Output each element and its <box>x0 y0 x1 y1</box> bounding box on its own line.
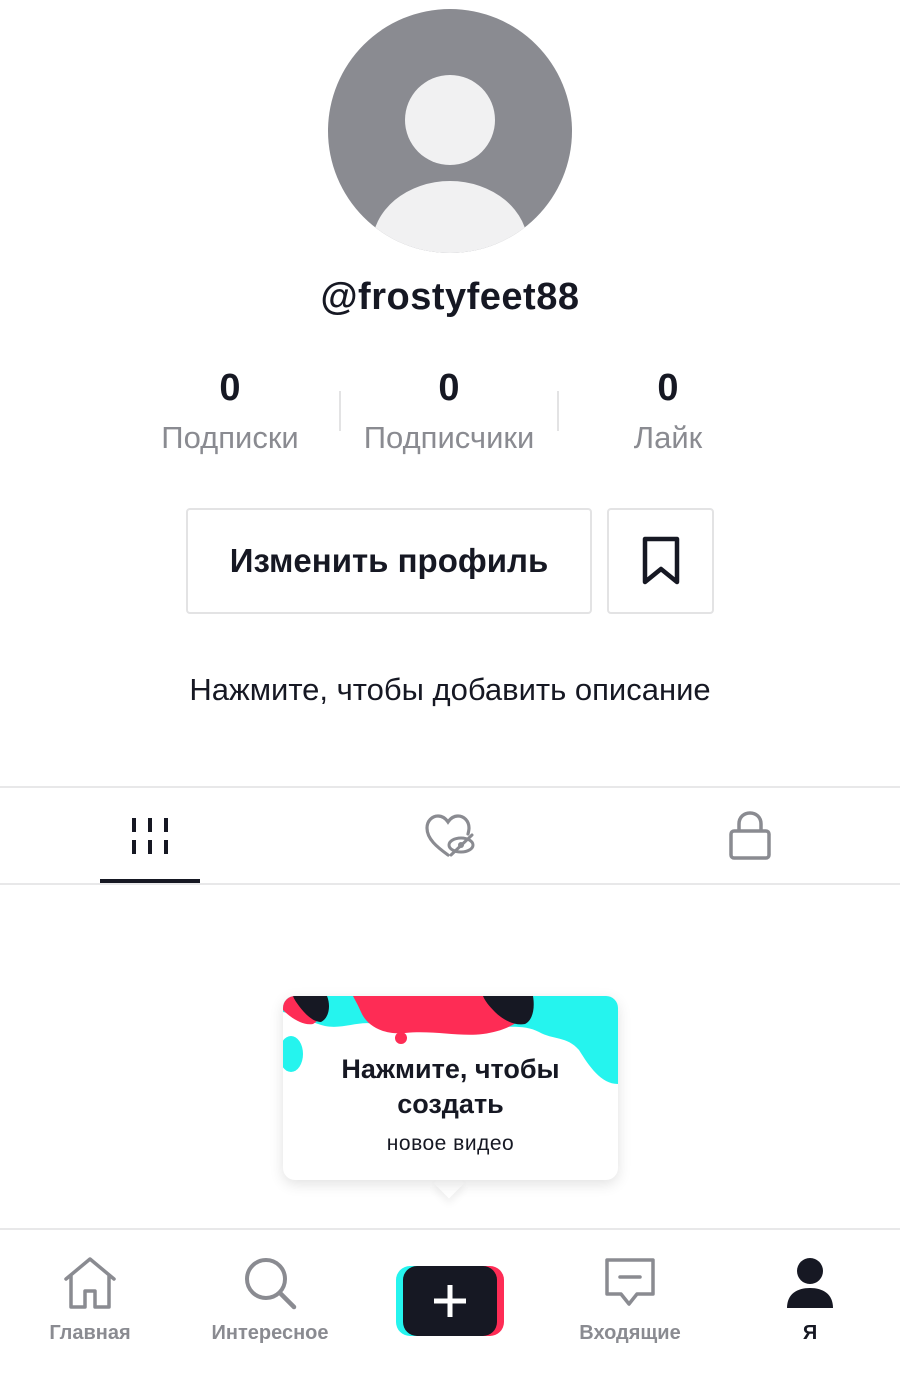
lock-icon <box>729 811 771 860</box>
tab-liked[interactable] <box>300 789 600 883</box>
avatar-body-shape <box>372 181 528 253</box>
tooltip-title: Нажмите, чтобы создать <box>283 1052 618 1122</box>
stat-followers-label: Подписчики <box>363 420 535 455</box>
favorites-button[interactable] <box>607 508 714 614</box>
search-icon <box>245 1258 297 1310</box>
stat-following-label: Подписки <box>161 420 299 455</box>
stat-following-value: 0 <box>219 367 241 409</box>
bookmark-icon <box>642 536 679 585</box>
edit-profile-button[interactable]: Изменить профиль <box>186 508 592 614</box>
liked-hidden-icon <box>425 814 475 857</box>
tab-private[interactable] <box>600 789 900 883</box>
nav-profile-label: Я <box>802 1322 818 1344</box>
edit-profile-label: Изменить профиль <box>229 542 549 579</box>
grid-icon <box>132 818 168 854</box>
inbox-icon <box>605 1258 655 1306</box>
stat-following[interactable]: 0 Подписки <box>120 366 340 460</box>
username: @frostyfeet88 <box>320 276 580 318</box>
tab-videos[interactable] <box>0 789 300 883</box>
home-icon <box>64 1257 116 1309</box>
tooltip-title-line2: создать <box>397 1089 504 1119</box>
stat-likes-value: 0 <box>657 367 679 409</box>
create-button-face <box>403 1266 497 1336</box>
stat-likes-label: Лайк <box>633 420 703 455</box>
avatar-head-shape <box>405 75 495 165</box>
tooltip-title-line1: Нажмите, чтобы <box>341 1054 560 1084</box>
nav-home[interactable]: Главная <box>0 1252 180 1362</box>
tooltip-subtitle: новое видео <box>386 1132 515 1155</box>
stat-followers-value: 0 <box>438 367 460 409</box>
nav-inbox[interactable]: Входящие <box>540 1252 720 1362</box>
tabs-bottom-divider <box>0 883 900 885</box>
profile-icon <box>787 1258 833 1308</box>
nav-home-label: Главная <box>49 1322 131 1344</box>
plus-icon <box>434 1285 466 1317</box>
create-video-tooltip[interactable]: Нажмите, чтобы создать новое видео <box>283 996 618 1180</box>
nav-profile[interactable]: Я <box>720 1252 900 1362</box>
avatar[interactable] <box>328 9 572 253</box>
stat-followers[interactable]: 0 Подписчики <box>339 366 559 460</box>
nav-inbox-label: Входящие <box>579 1322 681 1344</box>
tabs-top-divider <box>0 786 900 788</box>
bio-placeholder[interactable]: Нажмите, чтобы добавить описание <box>0 672 900 708</box>
create-button[interactable] <box>396 1266 504 1336</box>
bottom-nav-divider <box>0 1228 900 1230</box>
stat-likes[interactable]: 0 Лайк <box>558 366 778 460</box>
nav-discover-label: Интересное <box>211 1322 329 1344</box>
nav-discover[interactable]: Интересное <box>180 1252 360 1362</box>
